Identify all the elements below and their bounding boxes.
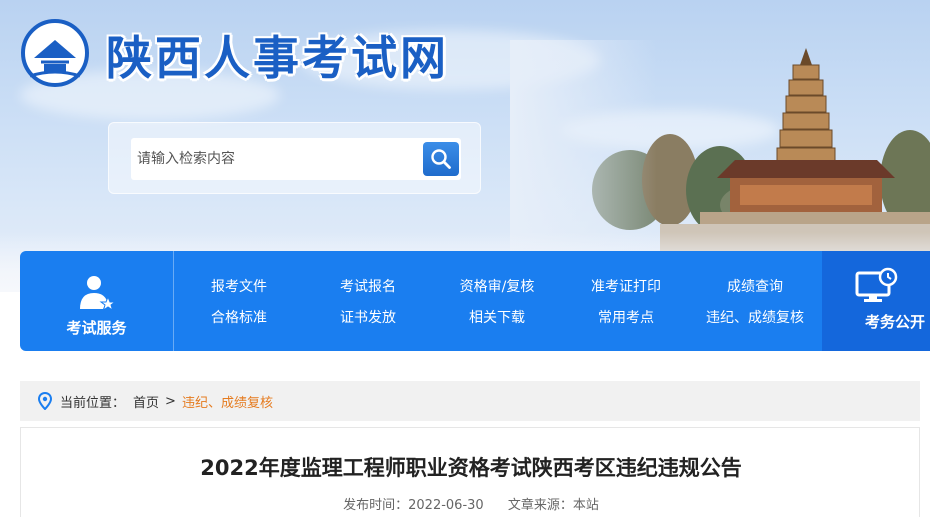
nav-link-exam-sites[interactable]: 常用考点	[561, 307, 691, 327]
nav-link-score-query[interactable]: 成绩查询	[690, 276, 820, 296]
pagoda-scene-illustration	[510, 40, 930, 255]
nav-link-certificate[interactable]: 证书发放	[303, 307, 433, 327]
user-star-icon	[79, 276, 116, 311]
exam-affairs-section[interactable]: 考务公开	[822, 251, 930, 351]
header-banner: 陕西人事考试网	[0, 0, 930, 292]
nav-link-application-docs[interactable]: 报考文件	[174, 276, 304, 296]
exam-service-section[interactable]: 考试服务	[20, 251, 173, 351]
publish-time: 发布时间：2022-06-30	[343, 498, 484, 513]
location-pin-icon	[38, 392, 52, 410]
article: 2022年度监理工程师职业资格考试陕西考区违纪违规公告 发布时间：2022-06…	[20, 427, 920, 517]
article-meta: 发布时间：2022-06-30 文章来源：本站	[21, 494, 921, 513]
search-input[interactable]	[131, 138, 461, 180]
nav-link-downloads[interactable]: 相关下载	[432, 307, 562, 327]
article-title: 2022年度监理工程师职业资格考试陕西考区违纪违规公告	[200, 456, 742, 480]
exam-service-label: 考试服务	[66, 319, 127, 337]
nav-link-admission-ticket[interactable]: 准考证打印	[561, 276, 691, 296]
monitor-clock-icon	[855, 267, 898, 302]
search-box	[108, 122, 481, 194]
search-button[interactable]	[423, 142, 459, 176]
search-icon	[431, 149, 451, 169]
nav-link-registration[interactable]: 考试报名	[303, 276, 433, 296]
breadcrumb-home-link[interactable]: 首页	[133, 392, 159, 411]
site-logo-icon	[21, 19, 89, 87]
article-source: 文章来源：本站	[507, 498, 599, 513]
nav-link-qualification-review[interactable]: 资格审/复核	[432, 276, 562, 296]
nav-links-grid: 报考文件 考试报名 资格审/复核 准考证打印 成绩查询 合格标准 证书发放 相关…	[174, 251, 822, 351]
breadcrumb-current[interactable]: 违纪、成绩复核	[182, 392, 273, 411]
breadcrumb-separator: >	[165, 393, 176, 409]
site-title: 陕西人事考试网	[106, 31, 449, 85]
exam-affairs-label: 考务公开	[864, 313, 925, 331]
nav-link-violation-review[interactable]: 违纪、成绩复核	[690, 307, 820, 327]
breadcrumb: 当前位置： 首页 > 违纪、成绩复核	[20, 381, 920, 421]
nav-link-pass-standard[interactable]: 合格标准	[174, 307, 304, 327]
breadcrumb-prefix: 当前位置：	[60, 395, 126, 411]
main-nav: 考试服务 报考文件 考试报名 资格审/复核 准考证打印 成绩查询 合格标准 证书…	[20, 251, 930, 351]
